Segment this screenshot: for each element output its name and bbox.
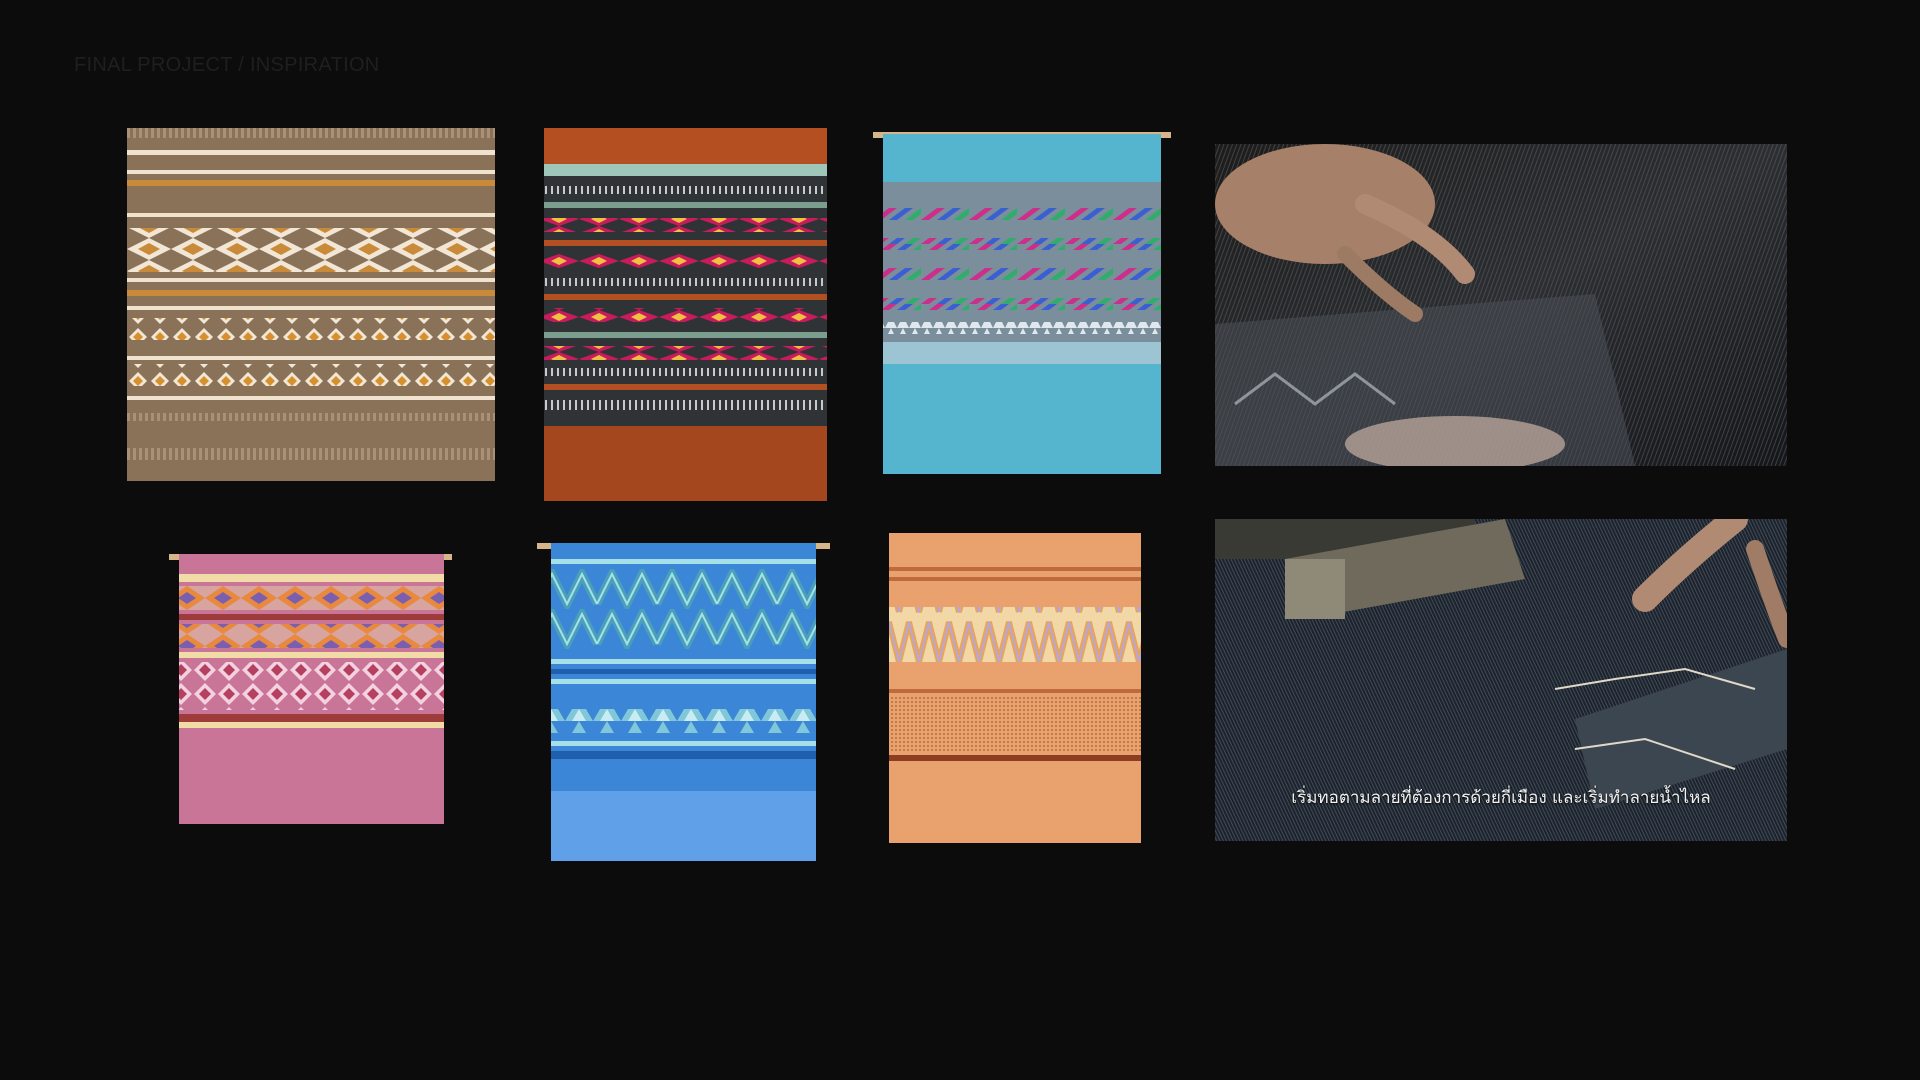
textile-photo-brown xyxy=(127,128,495,481)
video-subtitle: เริ่มทอตามลายที่ต้องการด้วยกี่เมือง และเ… xyxy=(1291,788,1711,808)
weaving-video-still-1 xyxy=(1215,144,1787,466)
textile-photo-orange xyxy=(859,517,1171,857)
textile-photo-rust xyxy=(539,128,830,507)
weaving-video-still-2: เริ่มทอตามลายที่ต้องการด้วยกี่เมือง และเ… xyxy=(1215,519,1787,841)
textile-photo-blue xyxy=(537,529,830,874)
page-title: FINAL PROJECT / INSPIRATION xyxy=(74,54,380,76)
textile-photo-turquoise xyxy=(873,124,1171,507)
textile-photo-pink xyxy=(169,514,452,849)
